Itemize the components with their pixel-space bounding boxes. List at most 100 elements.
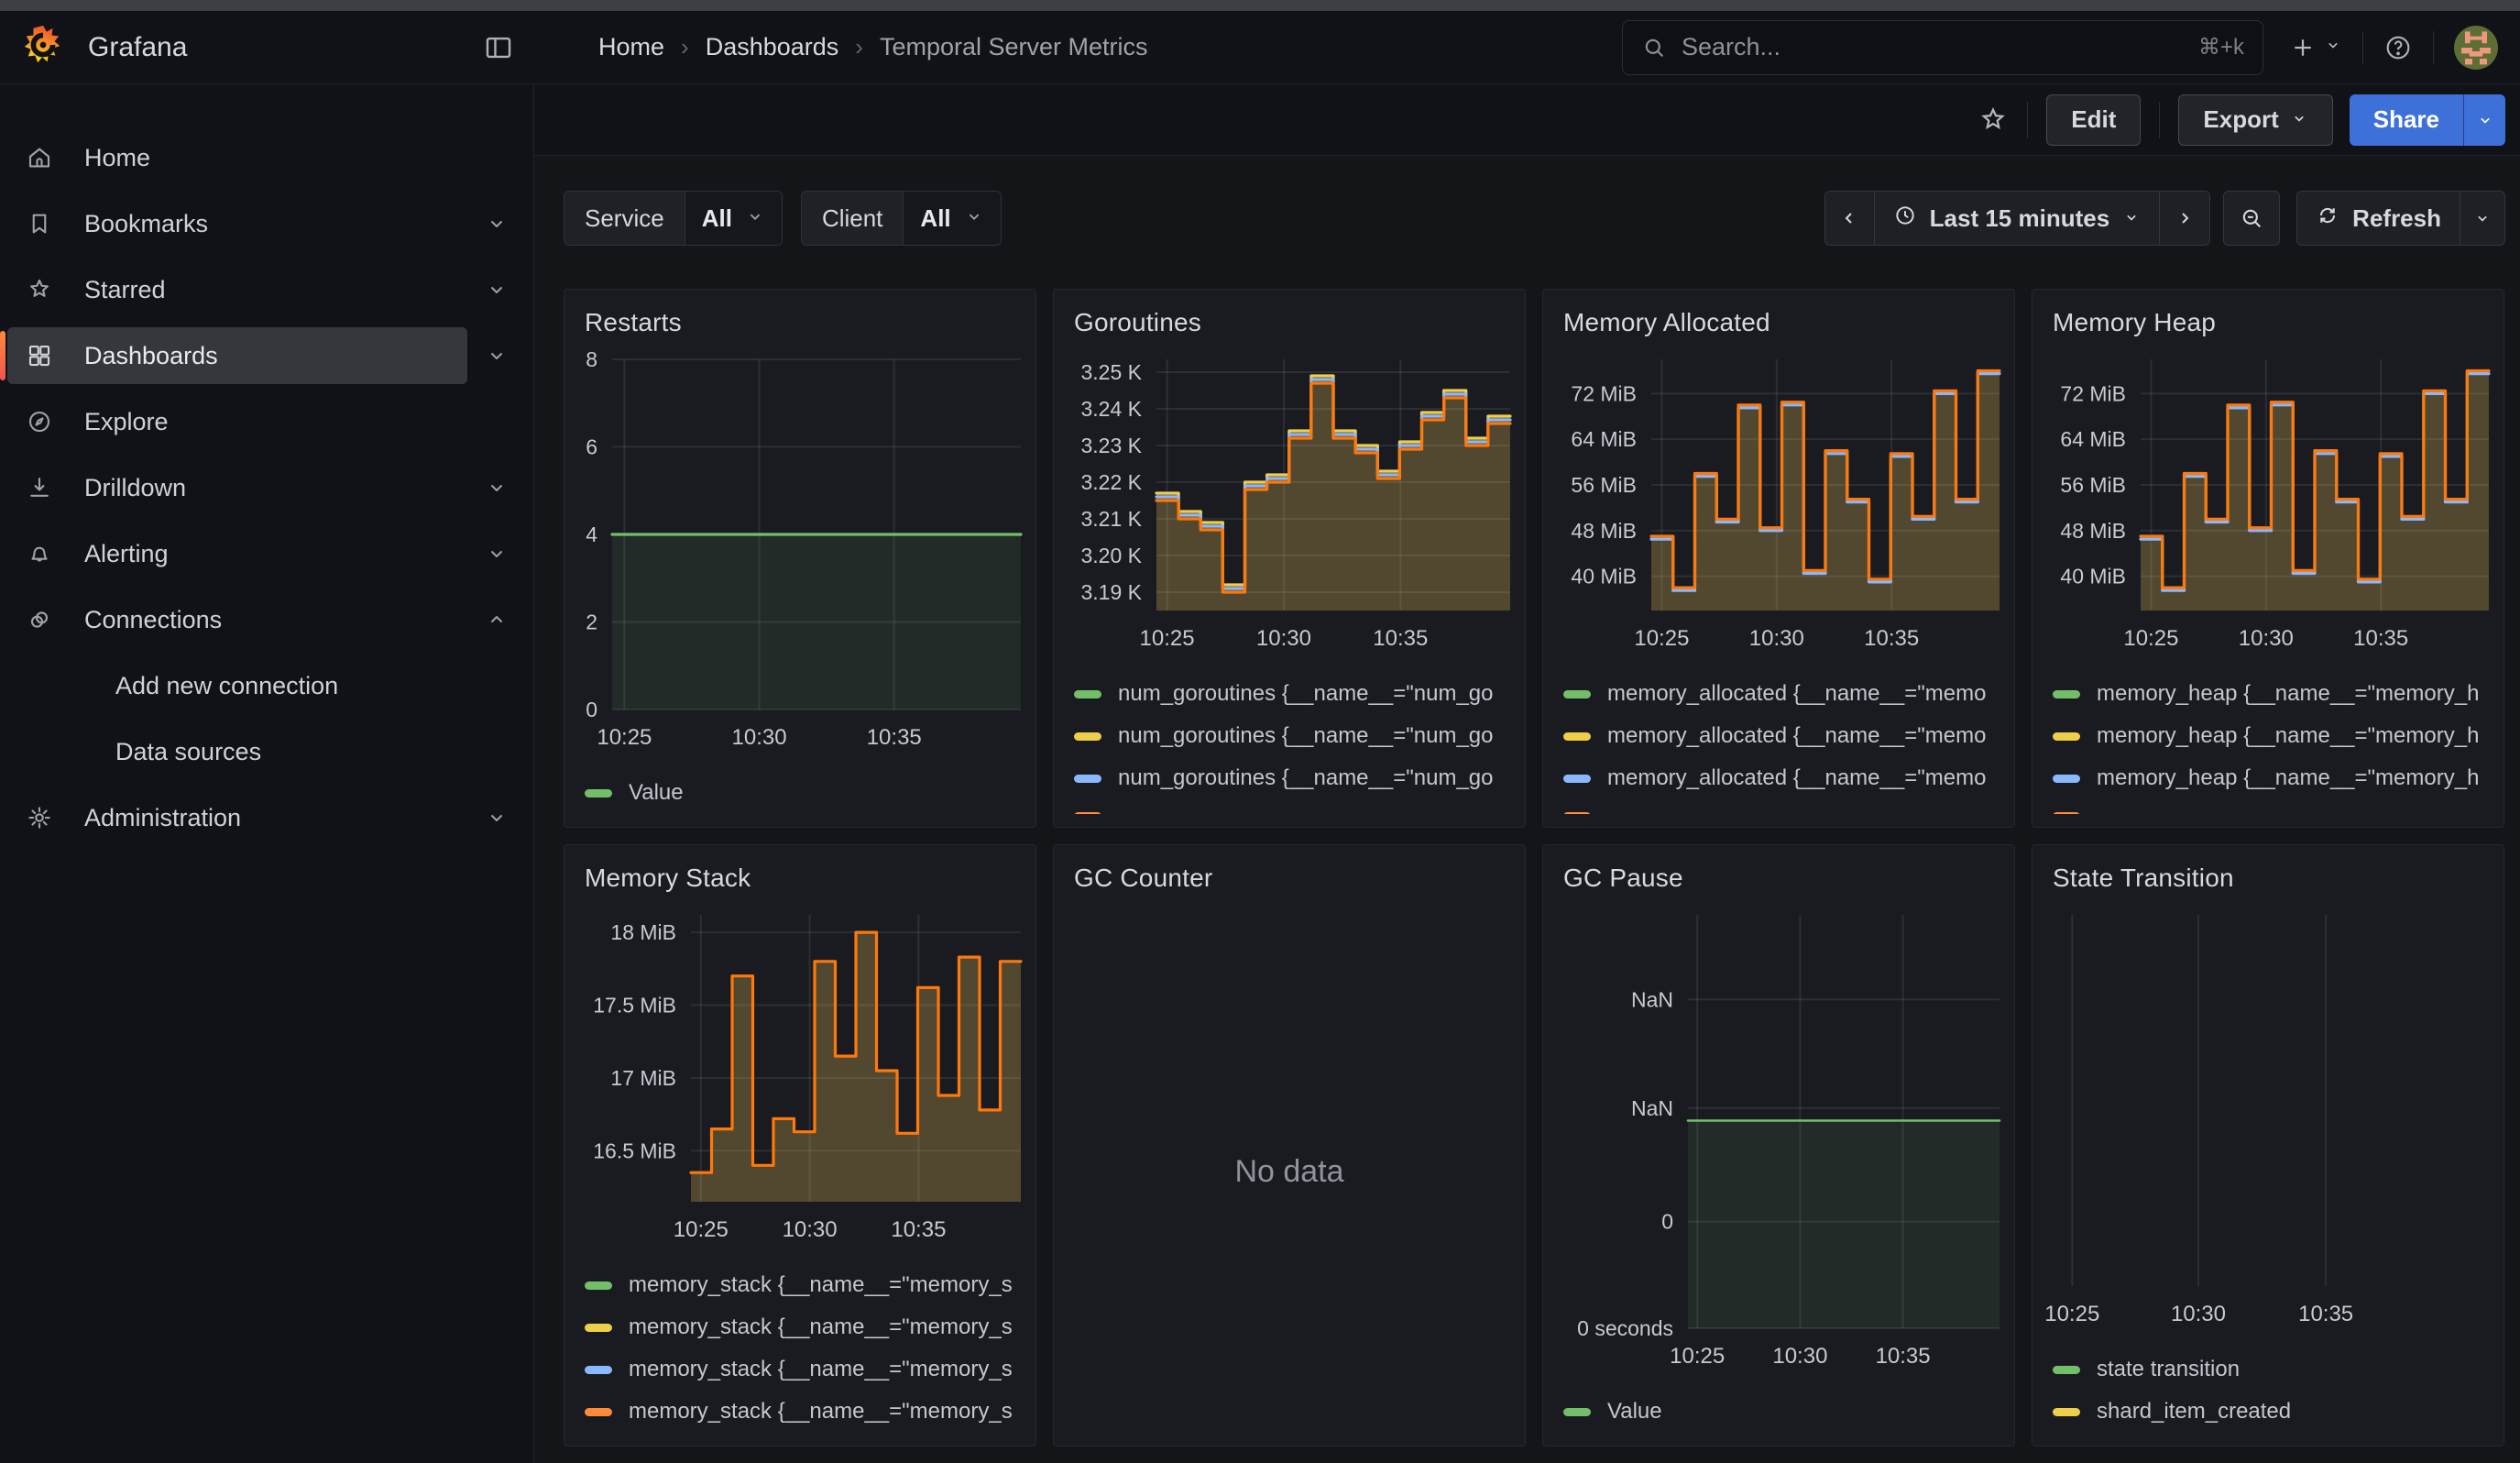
refresh-group: Refresh (2296, 191, 2505, 246)
sidebar-item-starred[interactable]: Starred (0, 257, 533, 323)
svg-text:10:25: 10:25 (1140, 626, 1195, 651)
refresh-icon (2316, 204, 2339, 234)
legend-item[interactable]: memory_stack {__name__="memory_s (585, 1306, 1026, 1348)
legend-item[interactable]: memory_allocated {__name__="memo (1563, 757, 2005, 799)
client-filter-value[interactable]: All (904, 192, 1000, 245)
legend-item[interactable]: memory_stack {__name__="memory_s (585, 1264, 1026, 1306)
svg-text:4: 4 (586, 522, 597, 546)
legend: Value (1543, 1378, 2014, 1446)
breadcrumb-home[interactable]: Home (598, 33, 664, 61)
sidebar-item-label: Connections (84, 606, 222, 634)
svg-text:NaN: NaN (1631, 1096, 1673, 1120)
svg-text:72 MiB: 72 MiB (2060, 381, 2126, 405)
chart-goroutines[interactable]: 3.19 K3.20 K3.21 K3.22 K3.23 K3.24 K3.25… (1061, 348, 1519, 660)
panel-title[interactable]: Memory Heap (2032, 290, 2504, 343)
legend-item[interactable]: num_goroutines {__name__="num_go (1074, 673, 1516, 715)
legend-item[interactable]: memory_stack {__name__="memory_s (585, 1391, 1026, 1433)
series-color-dash (1074, 775, 1101, 783)
time-shift-forward-icon[interactable] (2160, 192, 2209, 245)
chart-memory-heap[interactable]: 40 MiB48 MiB56 MiB64 MiB72 MiB10:2510:30… (2040, 348, 2498, 660)
panel-title[interactable]: GC Counter (1054, 845, 1525, 898)
share-menu-chevron-icon[interactable] (2463, 94, 2505, 146)
svg-text:10:25: 10:25 (2044, 1302, 2099, 1326)
sidebar-item-home[interactable]: Home (0, 125, 533, 191)
panel-memory-allocated: Memory Allocated40 MiB48 MiB56 MiB64 MiB… (1542, 289, 2015, 828)
search-input[interactable] (1682, 33, 2184, 61)
panel-title[interactable]: State Transition (2032, 845, 2504, 898)
svg-text:3.23 K: 3.23 K (1081, 434, 1143, 457)
svg-text:10:25: 10:25 (674, 1217, 729, 1242)
sidebar-toggle-icon[interactable] (483, 32, 514, 63)
breadcrumb-dashboards[interactable]: Dashboards (706, 33, 839, 61)
add-new-button[interactable] (2289, 34, 2342, 61)
legend-item[interactable]: memory_stack {__name__="memory_s (585, 1348, 1026, 1391)
svg-text:64 MiB: 64 MiB (2060, 427, 2126, 451)
legend-item-clipped[interactable]: num_goroutines {__name__="num_go (1074, 799, 1516, 814)
time-range-button[interactable]: Last 15 minutes (1875, 192, 2161, 245)
share-button[interactable]: Share (2350, 94, 2463, 146)
panel-title[interactable]: Memory Stack (564, 845, 1035, 898)
legend-item[interactable]: num_goroutines {__name__="num_go (1074, 715, 1516, 757)
refresh-button[interactable]: Refresh (2297, 192, 2460, 245)
panel-title[interactable]: Restarts (564, 290, 1035, 343)
service-filter-value[interactable]: All (685, 192, 782, 245)
svg-text:10:30: 10:30 (1749, 626, 1804, 651)
legend-item[interactable]: shard_item_created (2053, 1391, 2494, 1433)
svg-text:3.19 K: 3.19 K (1081, 580, 1143, 604)
svg-text:10:30: 10:30 (783, 1217, 838, 1242)
chart-canvas: 0246810:2510:3010:35 (572, 348, 1030, 759)
avatar[interactable] (2454, 26, 2498, 70)
chart-memory-allocated[interactable]: 40 MiB48 MiB56 MiB64 MiB72 MiB10:2510:30… (1550, 348, 2009, 660)
export-button[interactable]: Export (2178, 94, 2332, 146)
chevron-down-icon (2324, 36, 2342, 59)
sidebar-item-explore[interactable]: Explore (0, 389, 533, 455)
zoom-out-icon[interactable] (2223, 191, 2280, 246)
search-box[interactable]: ⌘+k (1622, 20, 2263, 75)
chart-state-transition[interactable]: 10:2510:3010:35 (2040, 904, 2498, 1336)
panel-memory-heap: Memory Heap40 MiB48 MiB56 MiB64 MiB72 Mi… (2032, 289, 2504, 828)
svg-text:72 MiB: 72 MiB (1571, 381, 1637, 405)
sidebar-item-dashboards[interactable]: Dashboards (0, 323, 533, 389)
refresh-interval-chevron-icon[interactable] (2460, 192, 2504, 245)
legend-item[interactable]: memory_heap {__name__="memory_h (2053, 715, 2494, 757)
sidebar-item-add-new-connection[interactable]: Add new connection (0, 653, 533, 719)
legend-item[interactable]: memory_allocated {__name__="memo (1563, 715, 2005, 757)
legend-item[interactable]: memory_heap {__name__="memory_h (2053, 757, 2494, 799)
svg-text:3.22 K: 3.22 K (1081, 470, 1143, 494)
series-color-dash (585, 1282, 612, 1290)
chart-gc-pause[interactable]: 0 seconds0NaNNaN10:2510:3010:35 (1550, 904, 2009, 1378)
panel-title[interactable]: Goroutines (1054, 290, 1525, 343)
star-dashboard-icon[interactable] (1978, 104, 2009, 136)
legend-item[interactable]: state transition (2053, 1348, 2494, 1391)
compass-icon (26, 408, 53, 435)
chart-restarts[interactable]: 0246810:2510:3010:35 (572, 348, 1030, 759)
svg-text:0 seconds: 0 seconds (1577, 1316, 1673, 1340)
legend-item[interactable]: Value (585, 772, 1026, 814)
svg-text:40 MiB: 40 MiB (1571, 565, 1637, 588)
breadcrumb-separator: › (855, 33, 863, 61)
edit-button[interactable]: Edit (2046, 94, 2141, 146)
sidebar-item-administration[interactable]: Administration (0, 785, 533, 851)
legend-item-clipped[interactable]: memory_allocated {__name__="memo (1563, 799, 2005, 814)
legend: memory_stack {__name__="memory_s memory_… (564, 1251, 1035, 1446)
chart-memory-stack[interactable]: 16.5 MiB17 MiB17.5 MiB18 MiB10:2510:3010… (572, 904, 1030, 1251)
panel-title[interactable]: GC Pause (1543, 845, 2014, 898)
svg-text:2: 2 (586, 610, 597, 634)
legend-item[interactable]: memory_allocated {__name__="memo (1563, 673, 2005, 715)
time-shift-back-icon[interactable] (1825, 192, 1875, 245)
svg-text:10:25: 10:25 (1670, 1344, 1725, 1369)
legend-item-clipped[interactable]: memory_heap {__name__="memory_h (2053, 799, 2494, 814)
svg-text:16.5 MiB: 16.5 MiB (593, 1138, 676, 1162)
sidebar-item-data-sources[interactable]: Data sources (0, 719, 533, 785)
panel-goroutines: Goroutines3.19 K3.20 K3.21 K3.22 K3.23 K… (1053, 289, 1526, 828)
legend-item[interactable]: Value (1563, 1391, 2005, 1433)
sidebar-item-drilldown[interactable]: Drilldown (0, 455, 533, 521)
sidebar-item-alerting[interactable]: Alerting (0, 521, 533, 587)
sidebar-item-bookmarks[interactable]: Bookmarks (0, 191, 533, 257)
legend-item[interactable]: num_goroutines {__name__="num_go (1074, 757, 1516, 799)
series-color-dash (1074, 732, 1101, 741)
sidebar-item-connections[interactable]: Connections (0, 587, 533, 653)
legend-item[interactable]: memory_heap {__name__="memory_h (2053, 673, 2494, 715)
panel-title[interactable]: Memory Allocated (1543, 290, 2014, 343)
help-icon[interactable] (2383, 33, 2413, 62)
